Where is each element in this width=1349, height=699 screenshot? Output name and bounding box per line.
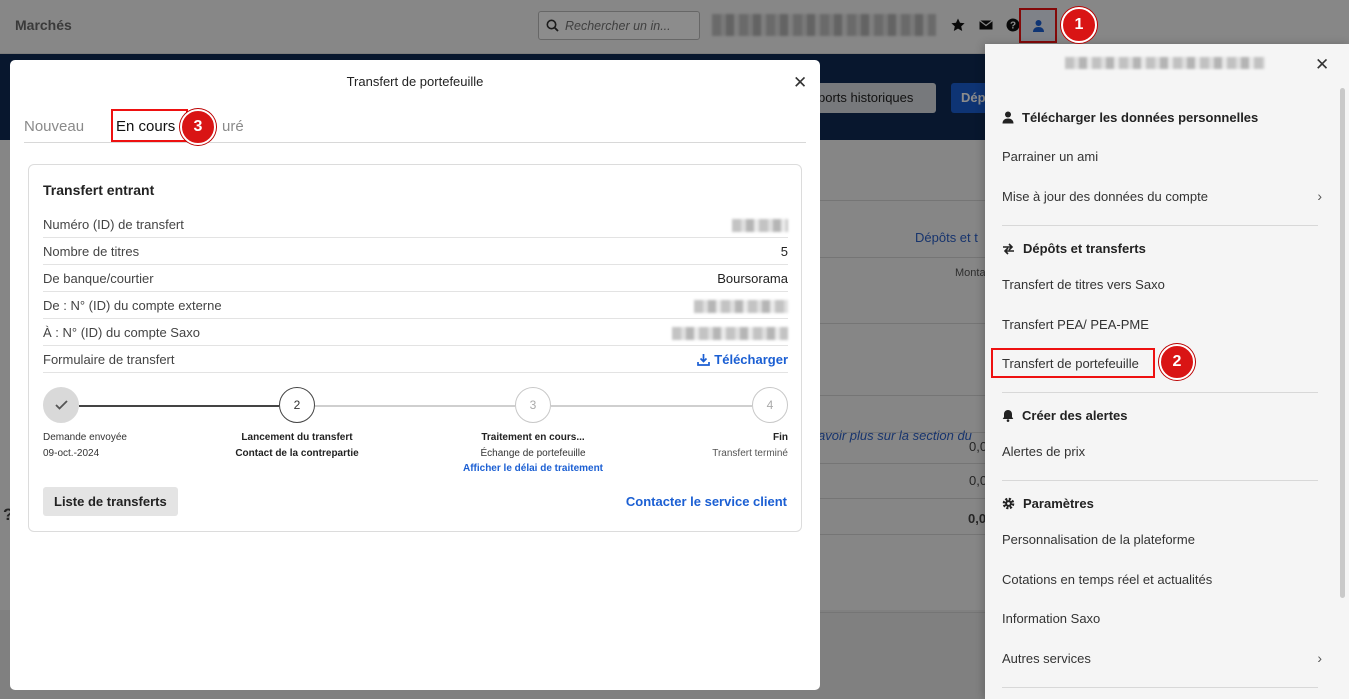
transfer-list-button[interactable]: Liste de transferts bbox=[43, 487, 178, 516]
step-4-circle: 4 bbox=[752, 387, 788, 423]
divider bbox=[1002, 480, 1318, 481]
step-1-date: 09-oct.-2024 bbox=[43, 448, 100, 459]
highlight-box-en-cours bbox=[111, 109, 188, 142]
menu-item-autres[interactable]: Autres services › bbox=[1002, 650, 1322, 666]
section-label: Créer des alertes bbox=[1022, 408, 1128, 423]
menu-item-cotations[interactable]: Cotations en temps réel et actualités bbox=[1002, 572, 1322, 587]
detail-row-nombre-titres: Nombre de titres 5 bbox=[43, 238, 788, 265]
section-alerts: Créer des alertes bbox=[1002, 408, 1128, 423]
detail-row-transfer-id: Numéro (ID) de transfert bbox=[43, 211, 788, 238]
step-badge-1: 1 bbox=[1061, 7, 1097, 43]
section-label: Télécharger les données personnelles bbox=[1022, 110, 1259, 125]
row-value: Boursorama bbox=[717, 271, 788, 286]
step-badge-3: 3 bbox=[180, 109, 216, 145]
bell-icon bbox=[1002, 410, 1014, 422]
divider bbox=[1002, 225, 1318, 226]
saxo-account-blurred bbox=[672, 327, 788, 340]
step-connector bbox=[551, 405, 752, 407]
section-personal-data[interactable]: Télécharger les données personnelles bbox=[1002, 110, 1258, 125]
transfer-card: Transfert entrant Numéro (ID) de transfe… bbox=[28, 164, 802, 532]
contact-support-link[interactable]: Contacter le service client bbox=[626, 494, 787, 509]
row-key: Nombre de titres bbox=[43, 244, 140, 259]
panel-account-blurred bbox=[1065, 57, 1265, 69]
step-3-sublabel: Échange de portefeuille bbox=[480, 448, 586, 459]
step-3-label: Traitement en cours... bbox=[481, 432, 585, 443]
step-2-label: Lancement du transfert bbox=[241, 432, 353, 443]
transfer-progress-steps: 2 3 4 Demande envoyée 09-oct.-2024 Lance… bbox=[43, 387, 788, 477]
row-value: 5 bbox=[780, 244, 788, 259]
modal-close-icon[interactable]: ✕ bbox=[793, 73, 807, 93]
external-account-blurred bbox=[694, 300, 788, 313]
transfer-modal: Transfert de portefeuille ✕ Nouveau En c… bbox=[10, 60, 820, 690]
menu-item-personnalisation[interactable]: Personnalisation de la plateforme bbox=[1002, 532, 1322, 547]
transfer-icon bbox=[1003, 242, 1014, 255]
download-label: Télécharger bbox=[714, 352, 788, 367]
transfer-id-blurred bbox=[732, 219, 788, 232]
card-title: Transfert entrant bbox=[43, 182, 155, 198]
step-2-sublabel: Contact de la contrepartie bbox=[235, 448, 359, 459]
divider bbox=[1002, 687, 1318, 688]
menu-item-transfert-titres[interactable]: Transfert de titres vers Saxo bbox=[1002, 277, 1322, 292]
highlight-box-transfert-portefeuille bbox=[991, 348, 1155, 378]
modal-tabs: Nouveau En cours uré bbox=[24, 108, 806, 143]
chevron-right-icon: › bbox=[1317, 650, 1322, 666]
row-key: Numéro (ID) de transfert bbox=[43, 217, 184, 232]
person-icon bbox=[1002, 111, 1014, 124]
download-link[interactable]: Télécharger bbox=[697, 352, 788, 367]
modal-title: Transfert de portefeuille bbox=[346, 74, 484, 89]
panel-scrollbar[interactable] bbox=[1340, 88, 1345, 598]
detail-row-compte-saxo: À : N° (ID) du compte Saxo bbox=[43, 319, 788, 346]
divider bbox=[1002, 392, 1318, 393]
download-icon bbox=[697, 354, 711, 366]
menu-item-information[interactable]: Information Saxo bbox=[1002, 611, 1322, 626]
gear-icon bbox=[1002, 497, 1015, 510]
menu-item-parrainer[interactable]: Parrainer un ami bbox=[1002, 149, 1322, 164]
checkmark-icon bbox=[54, 400, 68, 410]
menu-item-transfert-pea[interactable]: Transfert PEA/ PEA-PME bbox=[1002, 317, 1322, 332]
step-4-sublabel: Transfert terminé bbox=[712, 448, 788, 459]
section-deposits-transfers: Dépôts et transferts bbox=[1002, 241, 1146, 256]
step-badge-2: 2 bbox=[1159, 344, 1195, 380]
menu-item-alertes-prix[interactable]: Alertes de prix bbox=[1002, 444, 1322, 459]
tab-nouveau[interactable]: Nouveau bbox=[24, 118, 84, 135]
step-3-circle: 3 bbox=[515, 387, 551, 423]
step-4-label: Fin bbox=[773, 432, 788, 443]
detail-row-banque: De banque/courtier Boursorama bbox=[43, 265, 788, 292]
section-settings: Paramètres bbox=[1002, 496, 1094, 511]
step-connector bbox=[315, 405, 515, 407]
section-label: Dépôts et transferts bbox=[1023, 241, 1146, 256]
row-key: De : N° (ID) du compte externe bbox=[43, 298, 222, 313]
row-key: De banque/courtier bbox=[43, 271, 154, 286]
row-key: Formulaire de transfert bbox=[43, 352, 175, 367]
row-key: À : N° (ID) du compte Saxo bbox=[43, 325, 200, 340]
step-connector-done bbox=[79, 405, 279, 407]
menu-item-label: Autres services bbox=[1002, 651, 1091, 666]
panel-close-icon[interactable]: ✕ bbox=[1315, 55, 1329, 75]
section-label: Paramètres bbox=[1023, 496, 1094, 511]
chevron-right-icon: › bbox=[1317, 188, 1322, 204]
tab-cloture[interactable]: uré bbox=[222, 118, 244, 135]
detail-row-compte-externe: De : N° (ID) du compte externe bbox=[43, 292, 788, 319]
menu-item-mise-a-jour[interactable]: Mise à jour des données du compte › bbox=[1002, 188, 1322, 204]
menu-item-label: Mise à jour des données du compte bbox=[1002, 189, 1208, 204]
processing-time-link[interactable]: Afficher le délai de traitement bbox=[463, 463, 603, 474]
step-1-label: Demande envoyée bbox=[43, 432, 127, 443]
step-1-circle bbox=[43, 387, 79, 423]
detail-row-formulaire: Formulaire de transfert Télécharger bbox=[43, 346, 788, 373]
step-2-circle: 2 bbox=[279, 387, 315, 423]
